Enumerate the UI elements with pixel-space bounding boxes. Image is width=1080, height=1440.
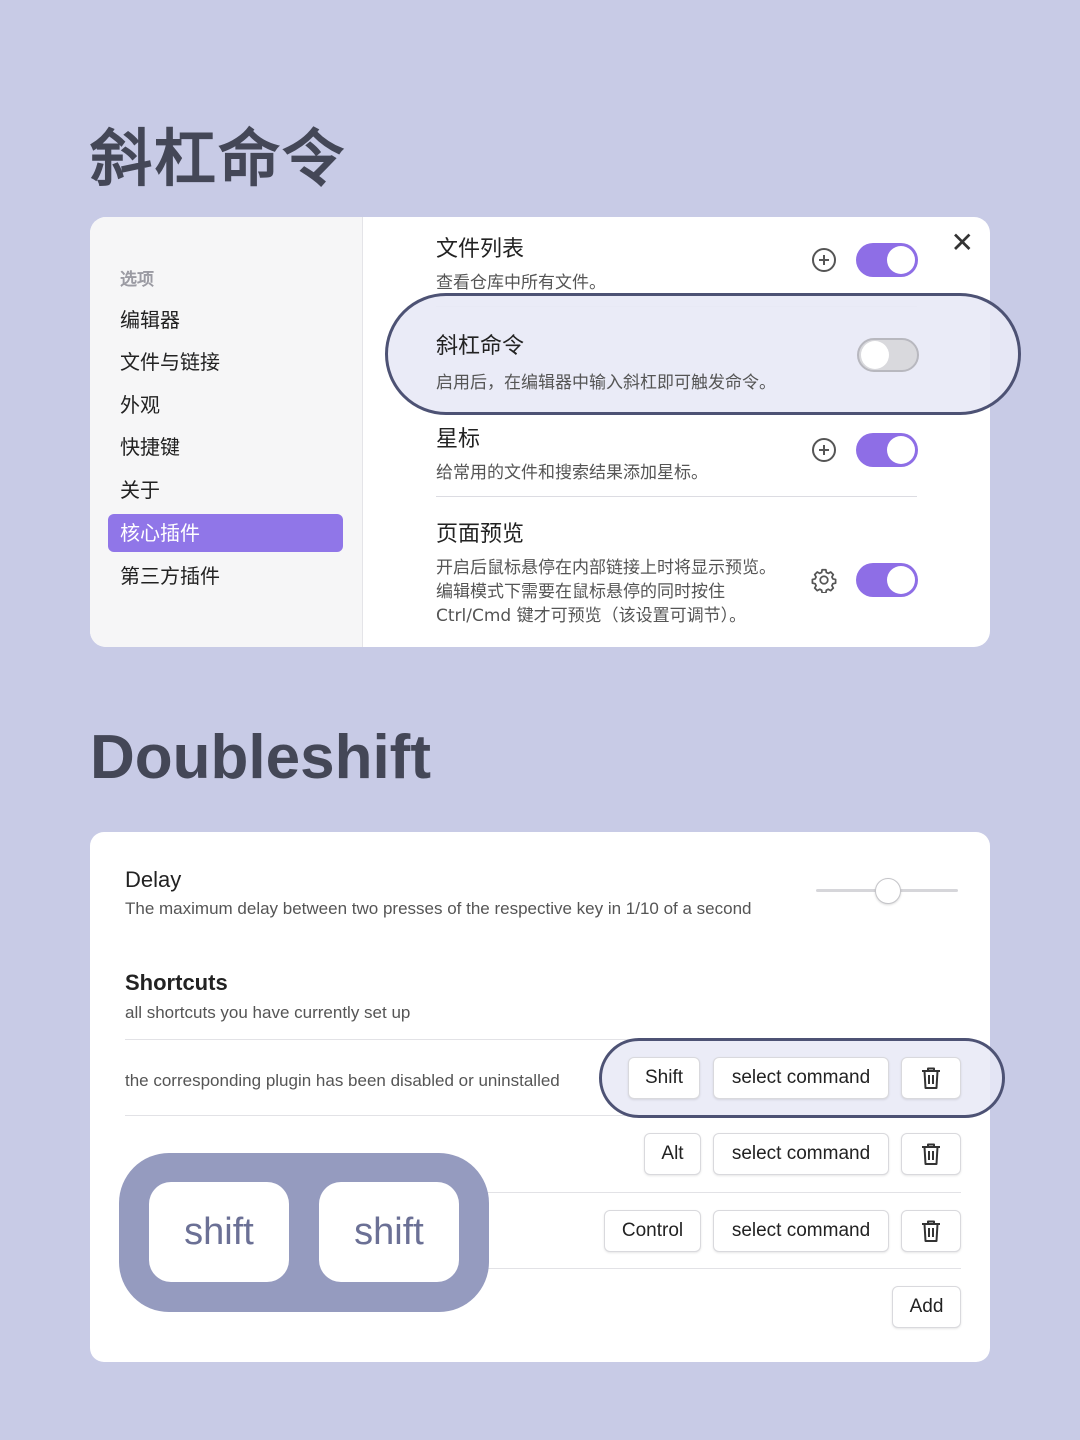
delete-shortcut-button[interactable] [901,1133,961,1175]
plugin-toggle-page-preview[interactable] [856,563,918,597]
sidebar-item-editor[interactable]: 编辑器 [108,301,343,339]
trash-icon [922,1220,940,1242]
gear-icon[interactable] [811,567,837,593]
shift-key: shift [149,1182,289,1282]
sidebar-heading: 选项 [120,270,154,290]
close-icon[interactable]: ✕ [951,227,974,259]
section-heading-slash-commands: 斜杠命令 [90,122,347,195]
shift-key: shift [319,1182,459,1282]
double-shift-keys-illustration: shift shift [119,1153,489,1312]
shortcut-warning: the corresponding plugin has been disabl… [125,1071,560,1090]
settings-window: 选项 编辑器 文件与链接 外观 快捷键 关于 核心插件 第三方插件 ✕ 文件列表… [90,217,990,647]
plugin-file-explorer: 文件列表 查看仓库中所有文件。 [436,231,916,295]
add-shortcut-button[interactable]: Add [892,1286,961,1328]
delete-shortcut-button[interactable] [901,1057,961,1099]
shortcuts-title: Shortcuts [125,970,228,995]
sidebar-item-files-links[interactable]: 文件与链接 [108,343,343,381]
sidebar-item-about[interactable]: 关于 [108,471,343,509]
trash-icon [922,1067,940,1089]
plugin-title: 斜杠命令 [436,334,525,359]
plugin-description: 给常用的文件和搜索结果添加星标。 [436,463,708,483]
sidebar-item-community-plugins[interactable]: 第三方插件 [108,557,343,595]
delete-shortcut-button[interactable] [901,1210,961,1252]
select-command-button[interactable]: select command [713,1210,889,1252]
plugin-title: 文件列表 [436,237,525,262]
plugin-description: 查看仓库中所有文件。 [436,273,606,293]
sidebar-item-core-plugins[interactable]: 核心插件 [108,514,343,552]
highlighted-plugin-slash-commands: 斜杠命令 启用后，在编辑器中输入斜杠即可触发命令。 [385,293,1021,415]
delay-title: Delay [125,867,182,892]
select-command-button[interactable]: select command [713,1133,889,1175]
divider [436,496,917,497]
highlighted-shortcut-row: Shift select command [599,1038,1005,1118]
plugin-title: 页面预览 [436,522,525,547]
shortcuts-description: all shortcuts you have currently set up [125,1003,411,1022]
delay-slider[interactable] [816,878,958,904]
shortcut-key-button[interactable]: Alt [644,1133,701,1175]
plugin-toggle-file-explorer[interactable] [856,243,918,277]
plugin-title: 星标 [436,427,481,452]
shortcut-key-button[interactable]: Shift [628,1057,700,1099]
select-command-button[interactable]: select command [713,1057,889,1099]
plus-circle-icon[interactable] [812,248,836,272]
sidebar-item-appearance[interactable]: 外观 [108,386,343,424]
sidebar-item-hotkeys[interactable]: 快捷键 [108,428,343,466]
plugin-description: 启用后，在编辑器中输入斜杠即可触发命令。 [436,373,776,393]
plus-circle-icon[interactable] [812,438,836,462]
slider-thumb[interactable] [875,878,901,904]
plugin-toggle-slash-commands[interactable] [857,338,919,372]
shortcut-key-button[interactable]: Control [604,1210,701,1252]
plugin-toggle-starred[interactable] [856,433,918,467]
trash-icon [922,1143,940,1165]
settings-sidebar: 选项 编辑器 文件与链接 外观 快捷键 关于 核心插件 第三方插件 [90,217,363,647]
plugin-page-preview: 页面预览 开启后鼠标悬停在内部链接上时将显示预览。编辑模式下需要在鼠标悬停的同时… [436,516,776,628]
section-heading-doubleshift: Doubleshift [90,723,431,792]
plugin-starred: 星标 给常用的文件和搜索结果添加星标。 [436,421,916,485]
delay-description: The maximum delay between two presses of… [125,899,752,918]
plugin-description: 开启后鼠标悬停在内部链接上时将显示预览。编辑模式下需要在鼠标悬停的同时按住 Ct… [436,558,776,626]
